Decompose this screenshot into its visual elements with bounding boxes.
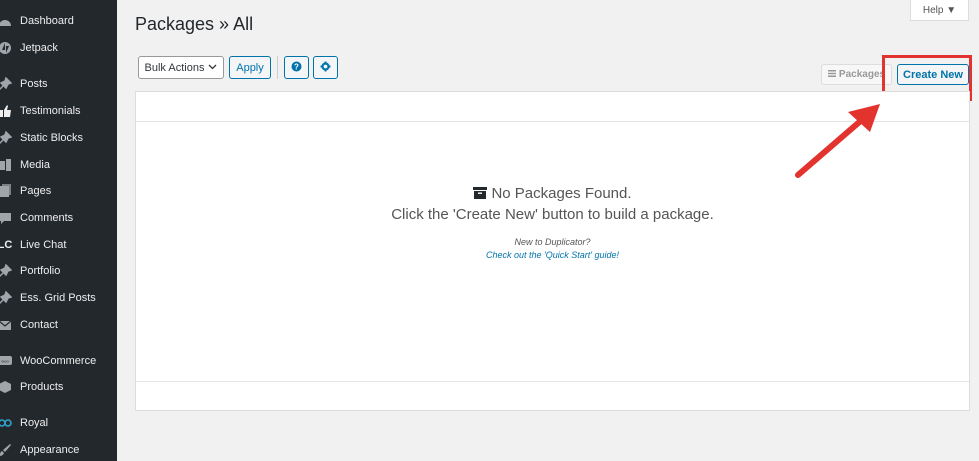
sidebar-item-media[interactable]: Media [0, 155, 117, 175]
apply-button[interactable]: Apply [229, 56, 271, 79]
empty-state-title-text: No Packages Found. [491, 185, 632, 202]
admin-sidebar: Dashboard Jetpack Posts Testimonials Sta… [0, 0, 117, 461]
sidebar-item-posts[interactable]: Posts [0, 74, 117, 94]
jetpack-icon [0, 41, 14, 55]
list-icon [827, 69, 836, 80]
table-footer [136, 381, 969, 410]
help-tab[interactable]: Help ▼ [910, 0, 969, 21]
sidebar-item-pages[interactable]: Pages [0, 181, 117, 201]
sidebar-item-portfolio[interactable]: Portfolio [0, 261, 117, 281]
pin-icon [0, 77, 14, 91]
live-chat-icon: LC [0, 239, 13, 251]
sidebar-item-ess-grid-posts[interactable]: Ess. Grid Posts [0, 288, 117, 308]
mail-icon [0, 318, 14, 332]
question-icon: ? [291, 61, 302, 75]
sidebar-item-comments[interactable]: Comments [0, 208, 117, 228]
dashboard-icon [0, 14, 14, 28]
royal-icon [0, 416, 14, 430]
media-icon [0, 158, 14, 172]
bulk-actions-select[interactable]: Bulk Actions [138, 56, 224, 79]
sidebar-item-contact[interactable]: Contact [0, 315, 117, 335]
bulk-actions-label: Bulk Actions [144, 61, 205, 74]
products-icon [0, 380, 14, 394]
settings-button[interactable] [313, 56, 338, 79]
brush-icon [0, 443, 14, 457]
comments-icon [0, 211, 14, 225]
pages-icon [0, 184, 14, 198]
sidebar-item-jetpack[interactable]: Jetpack [0, 38, 117, 58]
annotation-arrow-icon [795, 104, 880, 178]
chevron-down-icon [208, 63, 217, 72]
sidebar-item-royal[interactable]: Royal [0, 413, 117, 433]
gear-icon [320, 61, 331, 75]
packages-label: Packages [838, 69, 886, 80]
pin-icon [0, 131, 14, 145]
pin-icon [0, 291, 14, 305]
new-to-text: New to Duplicator? [514, 237, 591, 247]
toolbar-divider [277, 56, 278, 79]
quick-start-link[interactable]: Check out the 'Quick Start' guide! [136, 250, 969, 260]
pin-icon [0, 264, 14, 278]
svg-text:woo: woo [1, 359, 9, 364]
archive-icon [473, 186, 488, 203]
help-button[interactable]: ? [284, 56, 309, 79]
empty-state-title: No Packages Found. [136, 185, 969, 203]
sidebar-item-appearance[interactable]: Appearance [0, 440, 117, 460]
sidebar-item-woocommerce[interactable]: woo WooCommerce [0, 351, 117, 371]
sidebar-item-testimonials[interactable]: Testimonials [0, 101, 117, 121]
empty-state-description: Click the 'Create New' button to build a… [391, 206, 714, 223]
page-title: Packages » All [135, 14, 254, 34]
sidebar-item-live-chat[interactable]: LC Live Chat [0, 235, 117, 255]
svg-text:?: ? [294, 62, 299, 71]
woocommerce-icon: woo [0, 354, 14, 368]
sidebar-item-static-blocks[interactable]: Static Blocks [0, 128, 117, 148]
thumbs-up-icon [0, 104, 14, 118]
sidebar-item-dashboard[interactable]: Dashboard [0, 11, 117, 31]
sidebar-item-products[interactable]: Products [0, 377, 117, 397]
